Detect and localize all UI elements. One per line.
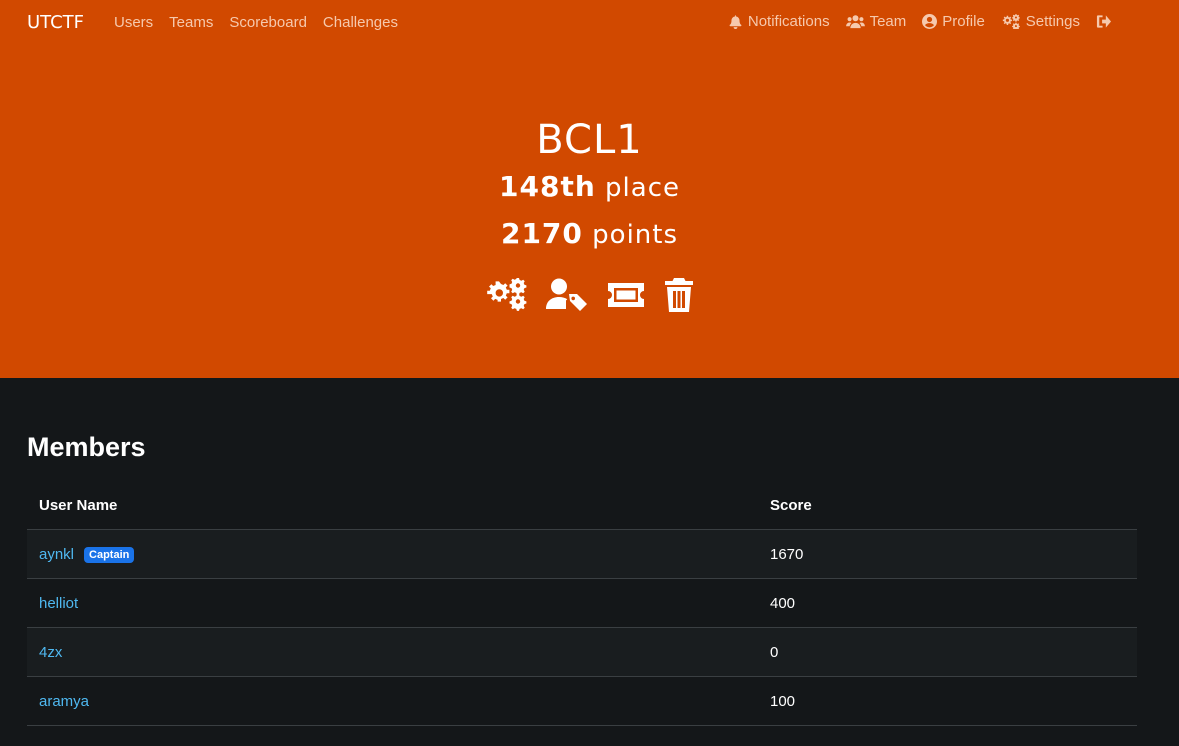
table-row: aynkl Captain 1670 xyxy=(27,529,1137,579)
team-admin-actions xyxy=(0,278,1179,312)
column-header-score: Score xyxy=(758,481,1137,530)
team-points: 2170 points xyxy=(0,211,1179,258)
trash-icon[interactable] xyxy=(664,278,694,312)
nav-team-label: Team xyxy=(869,13,907,30)
nav-profile-label: Profile xyxy=(942,13,985,30)
members-section: Members User Name Score aynkl Captain 167… xyxy=(27,432,1137,726)
team-place-label: place xyxy=(605,173,680,203)
user-tag-icon[interactable] xyxy=(545,278,588,312)
user-link[interactable]: 4zx xyxy=(39,644,62,661)
user-name-cell: helliot xyxy=(27,578,758,628)
team-points-value: 2170 xyxy=(500,217,583,250)
user-name-cell: aramya xyxy=(27,676,758,726)
nav-left-links: Users Teams Scoreboard Challenges xyxy=(114,14,414,31)
nav-settings-link[interactable]: Settings xyxy=(1001,13,1080,30)
team-summary: BCL1 148th place 2170 points xyxy=(0,116,1179,312)
user-circle-icon xyxy=(922,14,938,29)
team-place: 148th place xyxy=(0,164,1179,211)
nav-team-link[interactable]: Team xyxy=(845,13,907,30)
users-icon xyxy=(845,15,865,29)
score-cell: 0 xyxy=(758,627,1137,677)
nav-scoreboard-link[interactable]: Scoreboard xyxy=(229,14,307,31)
cogs-icon xyxy=(1002,14,1020,29)
nav-notifications-label: Notifications xyxy=(747,13,830,30)
table-row: helliot 400 xyxy=(27,578,1137,628)
user-name-cell: aynkl Captain xyxy=(27,529,758,579)
column-header-user-name: User Name xyxy=(27,481,758,530)
user-link[interactable]: aramya xyxy=(39,693,89,710)
sign-out-icon xyxy=(1096,15,1111,28)
nav-teams-link[interactable]: Teams xyxy=(169,14,213,31)
bell-icon xyxy=(729,15,742,29)
navbar: UTCTF Users Teams Scoreboard Challenges … xyxy=(0,0,1179,46)
score-cell: 400 xyxy=(758,578,1137,628)
nav-notifications-link[interactable]: Notifications xyxy=(728,13,830,30)
table-header-row: User Name Score xyxy=(27,481,1137,530)
nav-logout-link[interactable] xyxy=(1096,14,1111,29)
cogs-icon[interactable] xyxy=(486,278,528,312)
score-cell: 1670 xyxy=(758,529,1137,579)
ticket-icon[interactable] xyxy=(606,278,646,312)
nav-profile-link[interactable]: Profile xyxy=(922,13,985,30)
team-name: BCL1 xyxy=(536,117,643,163)
team-points-label: points xyxy=(592,220,679,250)
team-hero: UTCTF Users Teams Scoreboard Challenges … xyxy=(0,0,1179,378)
nav-users-link[interactable]: Users xyxy=(114,14,153,31)
nav-challenges-link[interactable]: Challenges xyxy=(323,14,398,31)
score-cell: 100 xyxy=(758,676,1137,726)
user-link[interactable]: helliot xyxy=(39,595,78,612)
nav-settings-label: Settings xyxy=(1025,13,1080,30)
nav-right-links: Notifications Team Profile Settings xyxy=(712,13,1111,30)
table-row: 4zx 0 xyxy=(27,627,1137,677)
captain-badge: Captain xyxy=(84,546,135,563)
table-row: aramya 100 xyxy=(27,676,1137,726)
members-table: User Name Score aynkl Captain 1670 hellio… xyxy=(27,481,1137,726)
team-place-value: 148th xyxy=(499,170,596,203)
brand-link[interactable]: UTCTF xyxy=(27,12,84,33)
user-name-cell: 4zx xyxy=(27,627,758,677)
user-link[interactable]: aynkl xyxy=(39,546,74,563)
members-title: Members xyxy=(27,432,146,462)
